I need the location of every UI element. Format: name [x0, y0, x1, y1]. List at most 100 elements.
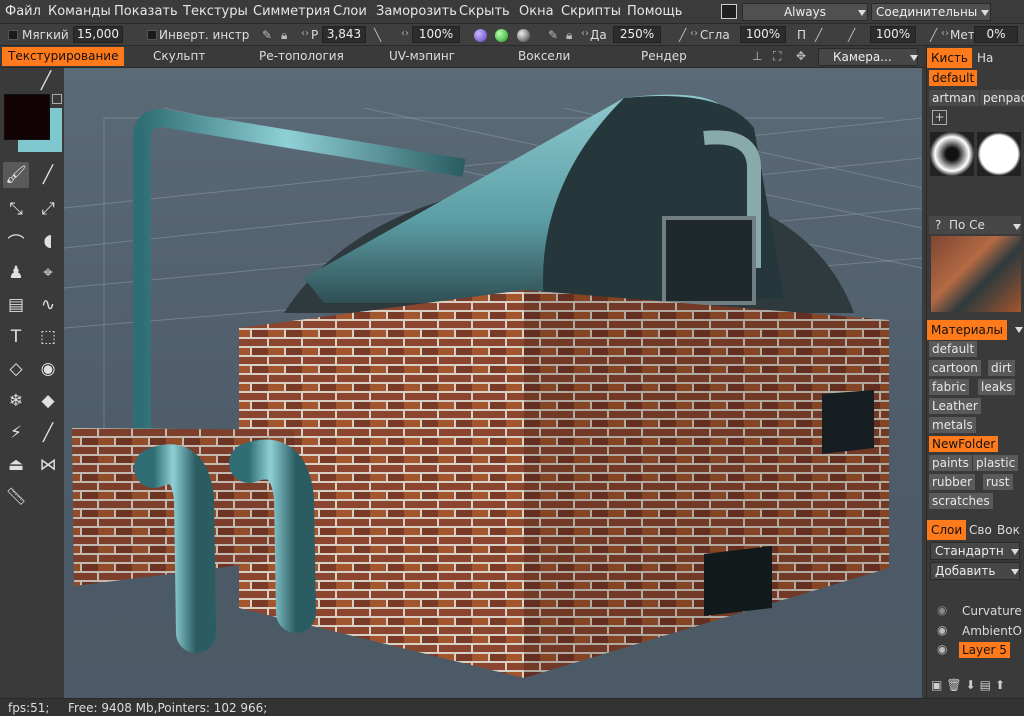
eye-icon[interactable]: ◉ — [35, 356, 61, 382]
stencil-search[interactable]: ? По Се — [929, 216, 1021, 234]
material-tag-default[interactable]: default — [929, 341, 978, 357]
3d-viewport[interactable] — [64, 68, 922, 698]
tab-texturing[interactable]: Текстурирование — [2, 47, 125, 66]
transform-tool-icon[interactable]: ⌖ — [35, 260, 61, 286]
copy-tool-icon[interactable]: ▤ — [3, 292, 29, 318]
always-dropdown[interactable]: Always — [742, 3, 868, 21]
smudge-tool-icon[interactable]: ⌒ — [3, 228, 29, 254]
layer-row-active[interactable]: ◉ Layer 5 — [927, 641, 1024, 659]
add-brush-icon[interactable]: + — [932, 110, 947, 125]
ruler-tool-icon[interactable]: 📏︎ — [3, 484, 29, 510]
merge-layers-icon[interactable]: ▣ — [931, 678, 946, 692]
menu-symmetry[interactable]: Симметрия — [253, 4, 330, 19]
material-tag-leather[interactable]: Leather — [929, 398, 981, 414]
duplicate-layer-icon[interactable]: ▤ — [980, 678, 995, 692]
material-tag-metals[interactable]: metals — [929, 417, 976, 433]
p-brush-icon[interactable]: ╱ — [815, 28, 822, 42]
pick-color-icon[interactable]: ╱ — [33, 68, 59, 94]
invert-tool-checkbox[interactable] — [147, 30, 157, 40]
p-value-field[interactable]: 100% — [870, 26, 916, 43]
menu-commands[interactable]: Команды — [48, 4, 111, 19]
camera-dropdown[interactable]: Камера... — [818, 48, 918, 66]
material-tag-plastic[interactable]: plastic — [973, 455, 1019, 471]
material-tag-rust[interactable]: rust — [983, 474, 1013, 490]
layer-row[interactable]: ◉ Curvature — [927, 602, 1024, 620]
menu-help[interactable]: Помощь — [627, 4, 682, 19]
butterfly-icon[interactable]: ⋈ — [35, 452, 61, 478]
met-value-field[interactable]: 0% — [974, 26, 1018, 43]
brush-alpha-ring[interactable] — [930, 132, 974, 176]
swap-colors-icon[interactable] — [52, 94, 62, 104]
tab-voxel[interactable]: Вок — [997, 520, 1020, 540]
material-tag-dirt[interactable]: dirt — [988, 360, 1015, 376]
brush-preset-artman[interactable]: artman — [929, 90, 979, 106]
brush-tool-icon[interactable]: 🖌︎ — [3, 162, 29, 188]
brush-preset-default[interactable]: default — [929, 70, 978, 86]
move-down-icon[interactable]: ⬇ — [966, 678, 980, 692]
fill-tool-icon[interactable]: ⤡ — [3, 196, 29, 222]
tab-na[interactable]: На — [977, 48, 993, 68]
soft-value-field[interactable]: 15,000 — [73, 26, 123, 43]
layer-row[interactable]: ◉ AmbientO — [927, 622, 1024, 640]
material-tag-fabric[interactable]: fabric — [929, 379, 970, 395]
tab-voxels[interactable]: Воксели — [518, 49, 570, 63]
curve-tool-icon[interactable]: ∿ — [35, 292, 61, 318]
eye-icon[interactable]: ◉ — [937, 642, 947, 656]
brush-alpha-round[interactable] — [977, 132, 1021, 176]
menu-file[interactable]: Файл — [5, 4, 41, 19]
blend-mode-dropdown[interactable]: Стандартн — [930, 542, 1020, 560]
tab-layers[interactable]: Слои — [927, 520, 967, 540]
color-channel-icon[interactable] — [495, 29, 508, 42]
eye-icon[interactable]: ◉ — [937, 603, 947, 617]
menu-textures[interactable]: Текстуры — [183, 4, 248, 19]
lock-icon[interactable]: 🔒︎ — [281, 28, 287, 43]
tab-uv-mapping[interactable]: UV-мэпинг — [389, 49, 455, 63]
primary-color-swatch[interactable] — [4, 94, 50, 140]
p-stroke-icon[interactable]: ╱ — [848, 28, 855, 42]
stamp-tool-icon[interactable]: ♟ — [3, 260, 29, 286]
magic-wand-icon[interactable]: ⚡︎ — [3, 420, 29, 446]
tab-retopology[interactable]: Ре-топология — [259, 49, 344, 63]
add-layer-dropdown[interactable]: Добавить — [930, 562, 1020, 580]
menu-freeze[interactable]: Заморозить — [376, 4, 457, 19]
pencil-tool-icon[interactable]: ╱ — [35, 162, 61, 188]
brush-preset-penpac[interactable]: penpac — [980, 90, 1024, 106]
material-tag-leaks[interactable]: leaks — [978, 379, 1016, 395]
tab-brush[interactable]: Кисть — [927, 48, 972, 68]
delete-layer-icon[interactable]: 🗑︎ — [946, 678, 965, 692]
materials-title[interactable]: Материалы — [927, 320, 1007, 340]
text-tool-icon[interactable]: T — [3, 324, 29, 350]
airbrush-tool-icon[interactable]: ⤢ — [35, 196, 61, 222]
menu-windows[interactable]: Окна — [519, 4, 554, 19]
brush-stroke-icon[interactable]: ✎ — [548, 28, 558, 42]
move-icon[interactable]: ✥ — [796, 49, 806, 63]
menu-hide[interactable]: Скрыть — [459, 4, 510, 19]
material-tag-cartoon[interactable]: cartoon — [929, 360, 981, 376]
lock-icon[interactable]: 🔒︎ — [566, 28, 572, 43]
gloss-channel-icon[interactable] — [517, 29, 530, 42]
eyedropper-icon[interactable]: ╱ — [35, 420, 61, 446]
frame-select-icon[interactable]: ⬚ — [35, 324, 61, 350]
material-tag-paints[interactable]: paints — [929, 455, 972, 471]
frame-icon[interactable]: ⛶ — [773, 49, 781, 64]
material-tag-rubber[interactable]: rubber — [929, 474, 976, 490]
move-up-icon[interactable]: ⬆ — [995, 678, 1009, 692]
menu-scripts[interactable]: Скрипты — [561, 4, 621, 19]
met-brush-icon[interactable]: ╱ — [930, 28, 937, 42]
connectivity-dropdown[interactable]: Соединительны — [871, 3, 991, 21]
tab-render[interactable]: Рендер — [641, 49, 687, 63]
tape-tool-icon[interactable]: ◆ — [35, 388, 61, 414]
smooth-brush-icon[interactable]: ╱ — [679, 28, 686, 42]
material-tag-newfolder[interactable]: NewFolder — [929, 436, 999, 452]
material-tag-scratches[interactable]: scratches — [929, 493, 993, 509]
soft-checkbox[interactable] — [8, 30, 18, 40]
da-value-field[interactable]: 250% — [613, 26, 661, 43]
radius-value-field[interactable]: 3,843 — [322, 26, 366, 43]
eye-icon[interactable]: ◉ — [937, 623, 947, 637]
axis-icon[interactable]: ⊥ — [752, 49, 762, 63]
blob-tool-icon[interactable]: ◖ — [35, 228, 61, 254]
stencil-thumbnail[interactable] — [931, 236, 1021, 312]
depth-value-field[interactable]: 100% — [412, 26, 460, 43]
tab-properties[interactable]: Сво — [969, 520, 992, 540]
depth-brush-icon[interactable]: ╲ — [374, 28, 381, 42]
